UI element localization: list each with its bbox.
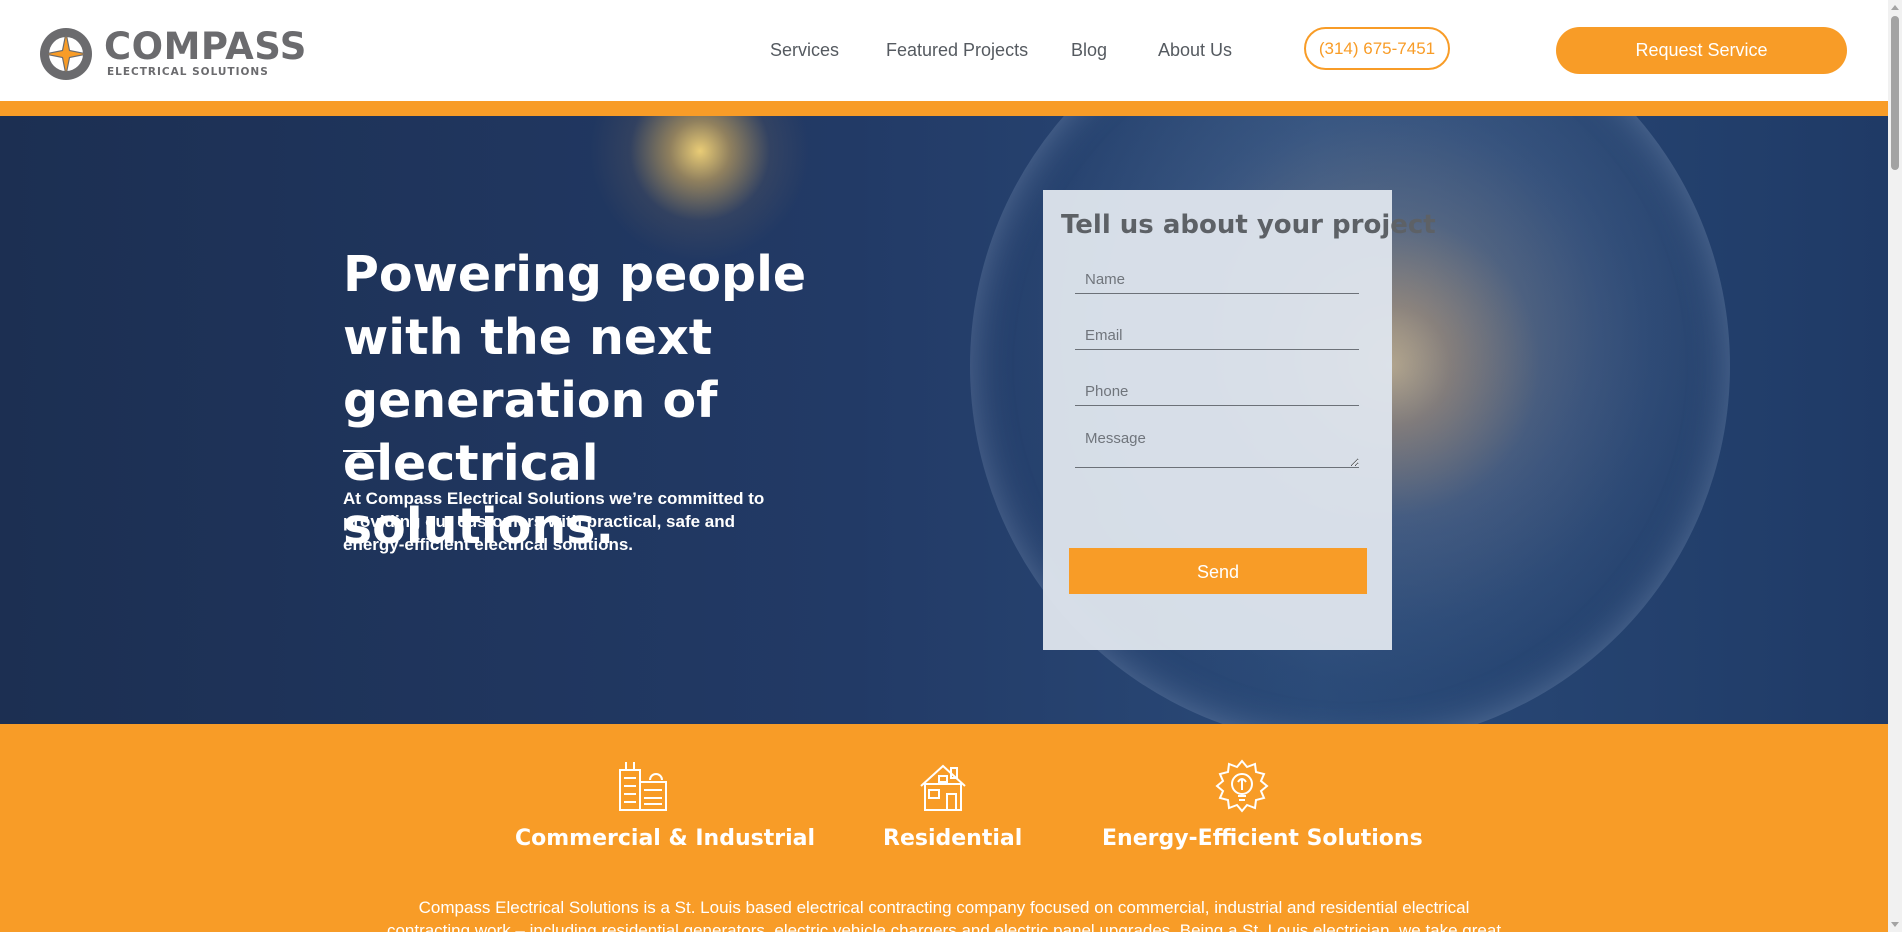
nav-blog[interactable]: Blog xyxy=(1071,40,1107,61)
request-service-button[interactable]: Request Service xyxy=(1556,27,1847,74)
hero-divider xyxy=(343,450,388,452)
nav-about-us[interactable]: About Us xyxy=(1158,40,1232,61)
company-description: Compass Electrical Solutions is a St. Lo… xyxy=(386,898,1502,940)
form-title: Tell us about your project xyxy=(1061,210,1436,240)
service-commercial-industrial[interactable]: Commercial & Industrial xyxy=(515,826,815,851)
name-field[interactable] xyxy=(1075,266,1359,294)
nav-services[interactable]: Services xyxy=(770,40,839,61)
hero-section: Powering people with the next generation… xyxy=(0,116,1888,724)
house-icon xyxy=(920,764,966,811)
services-band: Commercial & Industrial Residential Ener… xyxy=(0,724,1888,940)
nav-featured-projects[interactable]: Featured Projects xyxy=(886,40,1028,61)
eco-bulb-icon xyxy=(1215,759,1269,813)
hero-text: At Compass Electrical Solutions we’re co… xyxy=(343,489,765,554)
header-accent-strip xyxy=(0,101,1888,116)
send-button[interactable]: Send xyxy=(1069,548,1367,594)
building-icon xyxy=(619,762,667,811)
message-field[interactable] xyxy=(1075,424,1359,468)
page-scrollbar[interactable] xyxy=(1888,0,1902,932)
scroll-up-arrow-icon[interactable] xyxy=(1891,5,1899,10)
service-energy-efficient[interactable]: Energy-Efficient Solutions xyxy=(1102,826,1423,851)
logo[interactable]: COMPASS ELECTRICAL SOLUTIONS xyxy=(38,25,306,82)
project-form: Tell us about your project Send xyxy=(1043,190,1436,650)
scrollbar-thumb[interactable] xyxy=(1891,16,1899,170)
service-residential[interactable]: Residential xyxy=(883,826,1022,851)
email-field[interactable] xyxy=(1075,322,1359,350)
brand-name: COMPASS xyxy=(104,25,307,68)
scroll-down-arrow-icon[interactable] xyxy=(1891,922,1899,927)
brand-tagline: ELECTRICAL SOLUTIONS xyxy=(107,66,269,78)
phone-button[interactable]: (314) 675-7451 xyxy=(1304,27,1450,70)
phone-field[interactable] xyxy=(1075,378,1359,406)
compass-logo-icon xyxy=(40,28,92,80)
site-header: COMPASS ELECTRICAL SOLUTIONS Services Fe… xyxy=(0,0,1888,101)
